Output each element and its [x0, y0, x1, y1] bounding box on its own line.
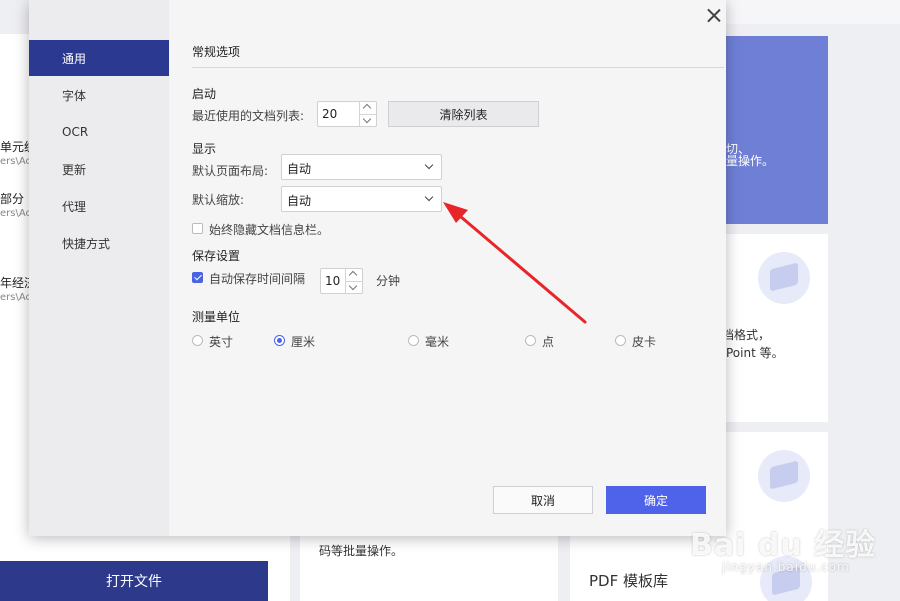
unit-mm-label[interactable]: 毫米: [425, 333, 449, 350]
measure-unit-heading: 测量单位: [192, 310, 241, 324]
chevron-up-icon[interactable]: [360, 102, 376, 114]
autosave-checkbox[interactable]: [192, 272, 203, 283]
stepper-arrows: [359, 102, 376, 126]
sidebar-item-general[interactable]: 通用: [29, 40, 169, 76]
stepper-arrows: [345, 269, 362, 293]
sidebar-item-fonts[interactable]: 字体: [29, 77, 169, 113]
feature-card-text: Point 等。: [726, 346, 784, 360]
preferences-sidebar: 通用 字体 OCR 更新 代理 快捷方式: [29, 0, 169, 536]
watermark-url: jingyan.baidu.com: [722, 560, 850, 574]
sidebar-item-ocr[interactable]: OCR: [29, 114, 169, 150]
unit-point-label[interactable]: 点: [542, 333, 554, 350]
recent-docs-label: 最近使用的文档列表:: [192, 109, 305, 123]
watermark: Bai du 经验 jingyan.baidu.com: [690, 520, 895, 582]
autosave-interval-value[interactable]: 10: [325, 274, 340, 288]
unit-point-radio[interactable]: [525, 335, 536, 346]
preferences-dialog: 通用 字体 OCR 更新 代理 快捷方式 常规选项 启动 最近使用的文档列表: …: [29, 0, 726, 536]
unit-cm-radio[interactable]: [274, 335, 285, 346]
unit-mm-radio[interactable]: [408, 335, 419, 346]
feature-card-bottom[interactable]: 码等批量操作。: [300, 536, 558, 601]
watermark-brand: Bai du 经验: [690, 528, 877, 563]
hide-info-bar-label[interactable]: 始终隐藏文档信息栏。: [209, 221, 329, 238]
save-settings-heading: 保存设置: [192, 249, 241, 263]
page-layout-value: 自动: [287, 162, 312, 176]
batch-document-icon: [758, 450, 810, 502]
feature-card-text: 码等批量操作。: [319, 544, 404, 558]
cancel-button[interactable]: 取消: [493, 486, 593, 514]
default-zoom-value: 自动: [287, 194, 312, 208]
autosave-unit-label: 分钟: [376, 274, 401, 288]
unit-inch-label[interactable]: 英寸: [209, 333, 233, 350]
unit-inch-radio[interactable]: [192, 335, 203, 346]
close-icon[interactable]: [703, 5, 725, 27]
open-file-button[interactable]: 打开文件: [0, 561, 268, 601]
clear-list-button[interactable]: 清除列表: [388, 101, 539, 127]
unit-cm-label[interactable]: 厘米: [291, 333, 315, 350]
chevron-up-icon[interactable]: [346, 269, 362, 281]
recent-docs-value[interactable]: 20: [322, 107, 337, 121]
default-zoom-label: 默认缩放:: [192, 193, 245, 207]
startup-heading: 启动: [192, 87, 217, 101]
sidebar-item-update[interactable]: 更新: [29, 151, 169, 187]
display-heading: 显示: [192, 142, 217, 156]
recent-file-path: ers\Ac: [0, 156, 32, 167]
page-layout-select[interactable]: 自动: [281, 154, 442, 180]
title-divider: [192, 67, 724, 68]
unit-pica-label[interactable]: 皮卡: [632, 333, 656, 350]
default-zoom-select[interactable]: 自动: [281, 186, 442, 212]
feature-card-convert[interactable]: 档格式， Point 等。: [722, 234, 828, 422]
page-title: 常规选项: [192, 45, 241, 59]
recent-file-path: ers\Ac: [0, 292, 32, 303]
chevron-down-icon[interactable]: [346, 281, 362, 293]
autosave-interval-stepper[interactable]: 10: [320, 268, 363, 294]
page-layout-label: 默认页面布局:: [192, 164, 269, 178]
recent-docs-stepper[interactable]: 20: [317, 101, 377, 127]
template-library-label: PDF 模板库: [589, 572, 668, 590]
autosave-label[interactable]: 自动保存时间间隔: [209, 270, 305, 287]
feature-card-text: 量操作。: [726, 154, 775, 168]
chevron-down-icon: [424, 192, 434, 202]
ok-button[interactable]: 确定: [606, 486, 706, 514]
background-top-strip: [726, 0, 900, 24]
recent-file-path: ers\Ac: [0, 208, 32, 219]
feature-card-text: 档格式，: [722, 328, 771, 342]
convert-document-icon: [758, 252, 810, 304]
sidebar-item-proxy[interactable]: 代理: [29, 188, 169, 224]
feature-card-highlight[interactable]: 切、 量操作。: [726, 36, 828, 224]
unit-pica-radio[interactable]: [615, 335, 626, 346]
hide-info-bar-checkbox[interactable]: [192, 223, 203, 234]
sidebar-item-shortcuts[interactable]: 快捷方式: [29, 225, 169, 261]
chevron-down-icon[interactable]: [360, 114, 376, 126]
chevron-down-icon: [424, 160, 434, 170]
